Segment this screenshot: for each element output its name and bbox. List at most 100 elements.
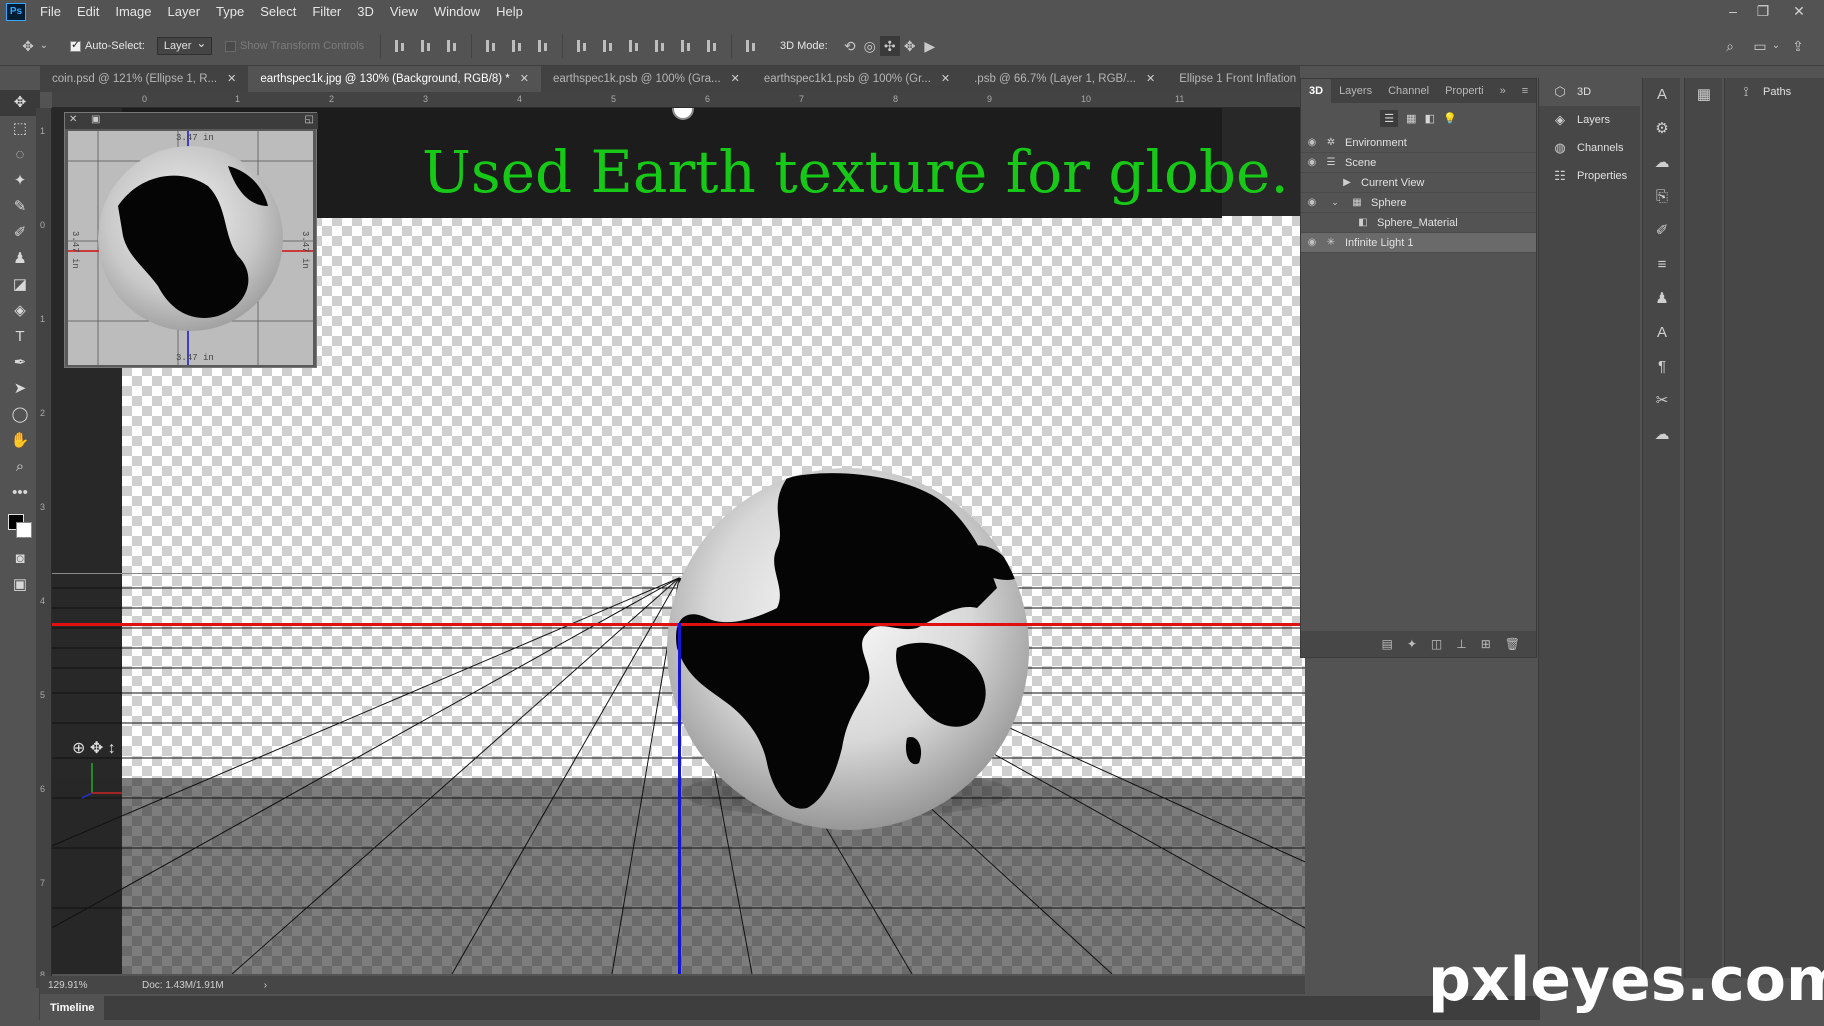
background-color-swatch[interactable] [16,522,32,538]
filter-whole-scene-icon[interactable]: ☰ [1380,109,1399,127]
ground-icon[interactable]: ⊥ [1456,637,1466,651]
brushes-icon[interactable]: ✐ [1643,214,1681,248]
align-bottom-icon[interactable] [444,38,460,54]
menu-select[interactable]: Select [252,0,304,24]
workspace-icon[interactable]: ▭ [1750,36,1770,56]
scene-item-environment[interactable]: ◉ ✲ Environment [1301,133,1536,153]
align-vertical-center-icon[interactable] [418,38,434,54]
distribute-bottom-icon[interactable] [626,38,642,54]
orbit-3d-icon[interactable]: ⟲ [840,36,860,56]
magic-wand-tool-icon[interactable]: ✦ [0,168,40,194]
more-tools-icon[interactable]: ••• [0,480,40,506]
new-mesh-icon[interactable]: ⊞ [1481,637,1491,651]
filter-materials-icon[interactable]: ◧ [1425,112,1435,125]
menu-layer[interactable]: Layer [160,0,209,24]
document-tab[interactable]: coin.psd @ 121% (Ellipse 1, R... ✕ [40,66,248,92]
filter-lights-icon[interactable]: 💡 [1443,112,1457,125]
creative-cloud-icon[interactable]: ☁ [1643,418,1681,452]
paint-bucket-tool-icon[interactable]: ◈ [0,298,40,324]
menu-window[interactable]: Window [426,0,488,24]
zoom-level[interactable]: 129.91% [48,980,128,991]
slide-3d-icon[interactable]: ✥ [900,36,920,56]
dock-properties-button[interactable]: ☷ Properties [1539,162,1640,190]
tab-layers[interactable]: Layers [1331,79,1380,103]
menu-3d[interactable]: 3D [349,0,382,24]
distribute-hcenter-icon[interactable] [678,38,694,54]
menu-filter[interactable]: Filter [304,0,349,24]
visibility-eye-icon[interactable]: ◉ [1301,237,1323,248]
marquee-tool-icon[interactable]: ⬚ [0,116,40,142]
stamp-tool-icon[interactable]: ♟ [0,246,40,272]
document-tab[interactable]: Ellipse 1 Front Inflation Materia... [1167,66,1300,92]
menu-type[interactable]: Type [208,0,252,24]
add-camera-icon[interactable]: ◫ [1431,637,1442,651]
tab-3d[interactable]: 3D [1301,79,1332,103]
close-tab-icon[interactable]: ✕ [1146,66,1155,92]
align-horizontal-center-icon[interactable] [509,38,525,54]
close-tab-icon[interactable]: ✕ [227,66,236,92]
glyphs-icon[interactable]: A [1643,78,1681,112]
close-tab-icon[interactable]: ✕ [941,66,950,92]
auto-select-checkbox[interactable] [70,38,81,52]
tab-timeline[interactable]: Timeline [40,996,105,1020]
brush-settings-icon[interactable]: ≡ [1643,248,1681,282]
drag-3d-icon[interactable]: ✣ [879,36,900,56]
eyedropper-tool-icon[interactable]: ✎ [0,194,40,220]
dock-channels-button[interactable]: ◍ Channels [1539,134,1640,162]
share-icon[interactable]: ⇪ [1788,36,1808,56]
document-tab[interactable]: .psb @ 66.7% (Layer 1, RGB/... ✕ [962,66,1167,92]
history-icon[interactable]: ⎘ [1643,180,1681,214]
dock-layers-button[interactable]: ◈ Layers [1539,106,1640,134]
minimize-button[interactable]: – [1718,0,1748,24]
path-select-tool-icon[interactable]: ➤ [0,376,40,402]
distribute-right-icon[interactable] [704,38,720,54]
auto-select-target-select[interactable]: Layer [156,36,213,55]
document-tab[interactable]: earthspec1k1.psb @ 100% (Gr... ✕ [752,66,962,92]
menu-file[interactable]: File [32,0,69,24]
visibility-eye-icon[interactable]: ◉ [1301,197,1323,208]
secondary-view-window[interactable]: ✕ ▣ ◱ 3.47 in 3.47 in 3.47 in 3.47 in [64,112,318,368]
type-tool-icon[interactable]: T [0,324,40,350]
restore-button[interactable]: ❐ [1748,0,1778,24]
tool-presets-icon[interactable]: ✂ [1643,384,1681,418]
tab-properties[interactable]: Properti [1437,79,1492,103]
filter-meshes-icon[interactable]: ▦ [1406,112,1416,125]
align-left-icon[interactable] [483,38,499,54]
move-tool-icon[interactable]: ✥ [0,90,40,116]
paragraph-icon[interactable]: ¶ [1643,350,1681,384]
grid-icon[interactable]: ▦ [1685,78,1723,112]
dock-paths-button[interactable]: ⟟ Paths [1725,78,1824,106]
quick-mask-icon[interactable]: ◙ [0,546,40,572]
tool-preset-dropdown-icon[interactable]: ⌄ [38,36,50,56]
zoom-tool-icon[interactable]: ⌕ [0,454,40,480]
close-icon[interactable]: ✕ [69,114,77,125]
view-options-icon[interactable]: ▣ [91,114,100,125]
scene-item-scene[interactable]: ◉ ☰ Scene [1301,153,1536,173]
status-menu-icon[interactable]: › [264,980,267,991]
document-tab-active[interactable]: earthspec1k.jpg @ 130% (Background, RGB/… [248,66,541,92]
workspace-dropdown-icon[interactable]: ⌄ [1770,36,1782,56]
scene-item-sphere[interactable]: ◉ ⌄ ▦ Sphere [1301,193,1536,213]
clone-source-icon[interactable]: ♟ [1643,282,1681,316]
auto-align-icon[interactable] [743,38,759,54]
close-tab-icon[interactable]: ✕ [731,66,740,92]
menu-edit[interactable]: Edit [69,0,107,24]
scale-3d-icon[interactable]: ▶ [920,36,940,56]
align-top-icon[interactable] [392,38,408,54]
chevron-down-icon[interactable]: ⌄ [1327,197,1343,208]
screen-mode-icon[interactable]: ▣ [0,572,40,598]
menu-view[interactable]: View [382,0,426,24]
hand-tool-icon[interactable]: ✋ [0,428,40,454]
menu-help[interactable]: Help [488,0,531,24]
scene-item-sphere-material[interactable]: ◧ Sphere_Material [1301,213,1536,233]
scene-item-current-view[interactable]: ▶ Current View [1301,173,1536,193]
move-tool-icon[interactable]: ✥ [18,36,38,56]
align-right-icon[interactable] [535,38,551,54]
panel-menu-icon[interactable]: ≡ [1514,79,1536,103]
close-window-button[interactable]: ✕ [1784,0,1814,24]
character-icon[interactable]: A [1643,316,1681,350]
libraries-icon[interactable]: ☁ [1643,146,1681,180]
scene-item-infinite-light[interactable]: ◉ ✳ Infinite Light 1 [1301,233,1536,253]
3d-axis-widget[interactable]: ⊕ ✥ ↕ [72,738,116,758]
show-transform-checkbox[interactable] [225,40,236,52]
